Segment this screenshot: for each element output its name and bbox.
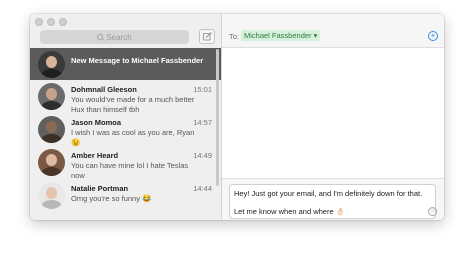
conversation-time: 14:57 [193, 118, 212, 127]
conversation-pane: To: Michael Fassbender ▾ + Hey! Just got… [222, 14, 444, 220]
emoji-picker-icon[interactable]: ☺ [428, 207, 437, 216]
conversation-preview: You would've made for a much better Hux … [71, 95, 195, 114]
recipient-header: To: Michael Fassbender ▾ + [222, 14, 444, 48]
avatar [38, 182, 65, 209]
messages-window: Search New Message to Michael Fassbender [30, 14, 444, 220]
chevron-down-icon: ▾ [313, 31, 318, 40]
conversation-name: Natalie Portman [71, 184, 129, 193]
search-input[interactable]: Search [40, 30, 189, 44]
conversation-time: 14:44 [193, 184, 212, 193]
message-line-1: Hey! Just got your email, and I'm defini… [234, 189, 423, 198]
avatar [38, 149, 65, 176]
search-icon [97, 34, 104, 40]
close-window-button[interactable] [35, 18, 43, 26]
conversation-time: 14:49 [193, 151, 212, 160]
add-recipient-button[interactable]: + [428, 31, 438, 41]
conversation-list: New Message to Michael Fassbender Dohmna… [30, 48, 221, 212]
conversation-row-amber-heard[interactable]: Amber Heard 14:49 You can have mine lol … [30, 146, 221, 180]
window-controls [35, 18, 67, 26]
sidebar: Search New Message to Michael Fassbender [30, 14, 222, 220]
message-line-2: Let me know when and where 👌🏻 [234, 207, 346, 216]
conversation-row-jason-momoa[interactable]: Jason Momoa 14:57 I wish I was as cool a… [30, 113, 221, 147]
recipient-chip[interactable]: Michael Fassbender ▾ [241, 30, 321, 41]
conversation-name: Dohmnall Gleeson [71, 85, 137, 94]
search-placeholder: Search [106, 32, 132, 42]
sidebar-scrollbar[interactable] [216, 49, 219, 186]
avatar [38, 116, 65, 143]
recipient-name: Michael Fassbender [244, 31, 312, 40]
conversation-name: Jason Momoa [71, 118, 122, 127]
composer-area: Hey! Just got your email, and I'm defini… [222, 178, 444, 220]
avatar [38, 83, 65, 110]
avatar [38, 51, 65, 78]
plus-icon: + [430, 31, 436, 40]
new-message-button[interactable] [199, 29, 215, 44]
to-label: To: [229, 32, 240, 41]
conversation-row-dohmnall-gleeson[interactable]: Dohmnall Gleeson 15:01 You would've made… [30, 80, 221, 114]
conversation-preview: I wish I was as cool as you are, Ryan 😉 [71, 128, 195, 147]
zoom-window-button[interactable] [59, 18, 67, 26]
message-input[interactable]: Hey! Just got your email, and I'm defini… [229, 184, 437, 219]
conversation-preview: You can have mine lol I hate Teslas now [71, 161, 189, 180]
conversation-preview: Omg you're so funny 😂 [71, 194, 152, 203]
conversation-row-natalie-portman[interactable]: Natalie Portman 14:44 Omg you're so funn… [30, 179, 221, 212]
conversation-time: 15:01 [193, 85, 212, 94]
conversation-name: New Message to Michael Fassbender [71, 56, 204, 65]
conversation-name: Amber Heard [71, 151, 119, 160]
compose-icon [203, 32, 212, 41]
conversation-row-new-message[interactable]: New Message to Michael Fassbender [30, 48, 221, 80]
minimize-window-button[interactable] [47, 18, 55, 26]
